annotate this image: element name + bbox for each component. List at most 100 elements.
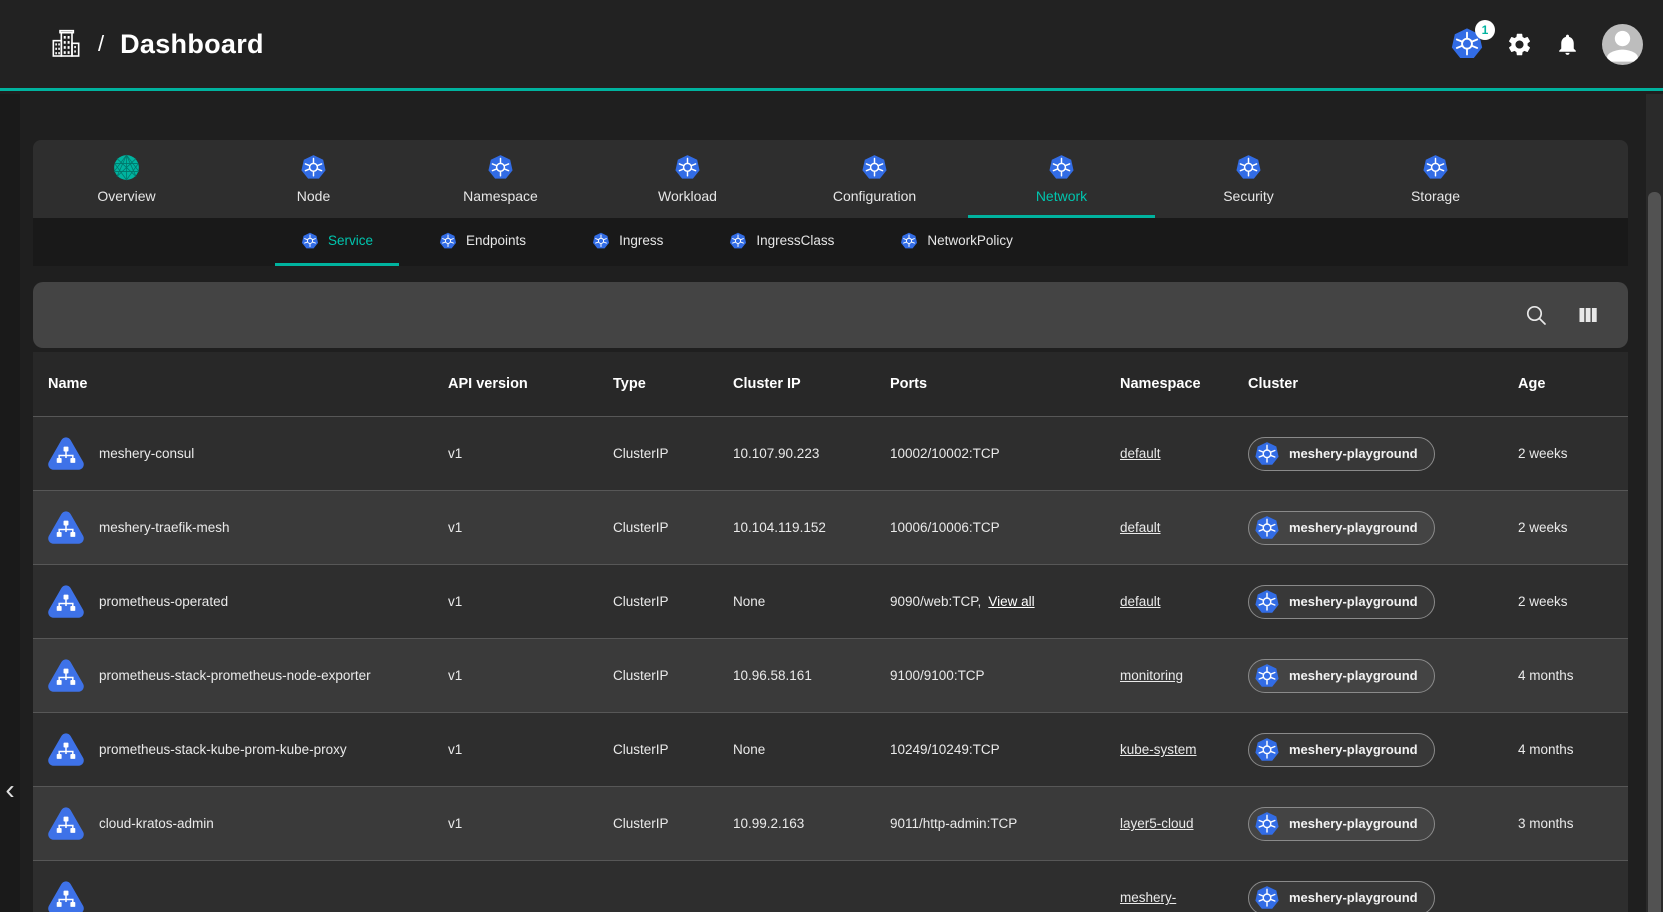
column-header-cluster-ip: Cluster IP [733,376,890,392]
tab-configuration[interactable]: Configuration [781,140,968,218]
cluster-chip-label: meshery-playground [1289,594,1418,609]
subtab-kubernetes-icon [592,232,610,250]
cluster-chip[interactable]: meshery-playground [1248,511,1435,545]
namespace-link[interactable]: default [1120,594,1161,609]
column-header-namespace: Namespace [1120,376,1248,392]
tab-overview[interactable]: Overview [33,140,220,218]
kubernetes-icon [1254,589,1280,615]
namespace-link[interactable]: default [1120,446,1161,461]
main-content: Overview Node Namespace Workload Configu… [33,140,1628,912]
cluster-chip[interactable]: meshery-playground [1248,881,1435,912]
scrollbar-track[interactable] [1646,94,1663,912]
ports: 9100/9100:TCP [890,668,985,683]
view-columns-icon[interactable] [1576,303,1600,327]
settings-gear-icon[interactable] [1506,31,1533,58]
kubernetes-icon [1254,441,1280,467]
ports: 9011/http-admin:TCP [890,816,1017,831]
subtab-kubernetes-icon [301,232,319,250]
cluster-ip: 10.107.90.223 [733,446,890,461]
subtab-kubernetes-icon [729,232,747,250]
namespace-link[interactable]: meshery- [1120,890,1176,905]
table-row[interactable]: cloud-kratos-admin v1 ClusterIP 10.99.2.… [33,786,1628,860]
api-version: v1 [448,816,613,831]
cluster-chip[interactable]: meshery-playground [1248,437,1435,471]
tab-security[interactable]: Security [1155,140,1342,218]
table-row[interactable]: meshery- meshery-playground [33,860,1628,912]
subtab-networkpolicy[interactable]: NetworkPolicy [874,218,1039,266]
kubernetes-context-button[interactable]: 1 [1450,27,1484,61]
subtab-label: IngressClass [756,233,834,248]
tab-storage[interactable]: Storage [1342,140,1529,218]
scrollbar-thumb[interactable] [1648,192,1661,912]
tab-network[interactable]: Network [968,140,1155,218]
column-header-age: Age [1518,376,1628,392]
ports: 9090/web:TCP, [890,594,981,609]
cluster-chip[interactable]: meshery-playground [1248,807,1435,841]
service-icon [45,655,87,697]
table-row[interactable]: prometheus-operated v1 ClusterIP None 90… [33,564,1628,638]
kubernetes-icon [487,154,514,181]
tab-workload[interactable]: Workload [594,140,781,218]
service-type: ClusterIP [613,742,733,757]
cluster-chip-label: meshery-playground [1289,742,1418,757]
notifications-bell-icon[interactable] [1555,32,1580,57]
api-version: v1 [448,520,613,535]
table-row[interactable]: meshery-consul v1 ClusterIP 10.107.90.22… [33,416,1628,490]
service-icon [45,877,87,912]
tab-namespace[interactable]: Namespace [407,140,594,218]
service-name: meshery-consul [99,446,194,461]
column-header-ports: Ports [890,376,1120,392]
subtab-endpoints[interactable]: Endpoints [413,218,552,266]
service-type: ClusterIP [613,668,733,683]
meshery-icon [113,154,140,181]
table-row[interactable]: prometheus-stack-kube-prom-kube-proxy v1… [33,712,1628,786]
column-header-cluster: Cluster [1248,376,1518,392]
subtab-label: Endpoints [466,233,526,248]
table-toolbar [33,282,1628,348]
kubernetes-icon [1254,663,1280,689]
services-table: NameAPI versionTypeCluster IPPortsNamesp… [33,352,1628,912]
tab-label: Namespace [463,188,538,204]
kubernetes-icon [861,154,888,181]
sub-tabs: Service Endpoints Ingress IngressClass N… [33,218,1628,266]
cluster-chip-label: meshery-playground [1289,890,1418,905]
kubernetes-dashboard-app: / Dashboard 1 ‹ Overview Node [0,0,1663,912]
cluster-chip[interactable]: meshery-playground [1248,733,1435,767]
subtab-ingressclass[interactable]: IngressClass [703,218,860,266]
tab-node[interactable]: Node [220,140,407,218]
api-version: v1 [448,668,613,683]
table-row[interactable]: meshery-traefik-mesh v1 ClusterIP 10.104… [33,490,1628,564]
service-icon [45,729,87,771]
subtab-kubernetes-icon [439,232,457,250]
table-row[interactable]: prometheus-stack-prometheus-node-exporte… [33,638,1628,712]
ports: 10006/10006:TCP [890,520,1000,535]
service-type: ClusterIP [613,446,733,461]
namespace-link[interactable]: monitoring [1120,668,1183,683]
age: 2 weeks [1518,446,1628,461]
table-header-row: NameAPI versionTypeCluster IPPortsNamesp… [33,352,1628,416]
drawer-expand-chevron-icon[interactable]: ‹ [0,770,20,810]
subtab-label: Ingress [619,233,663,248]
cluster-ip: 10.99.2.163 [733,816,890,831]
user-avatar[interactable] [1602,24,1643,65]
cluster-chip[interactable]: meshery-playground [1248,659,1435,693]
organization-logo-icon[interactable] [50,28,82,60]
subtab-ingress[interactable]: Ingress [566,218,689,266]
service-icon [45,581,87,623]
search-icon[interactable] [1524,303,1548,327]
cluster-chip[interactable]: meshery-playground [1248,585,1435,619]
age: 3 months [1518,816,1628,831]
column-header-name: Name [33,376,448,392]
view-all-ports-link[interactable]: View all [988,594,1034,609]
namespace-link[interactable]: layer5-cloud [1120,816,1194,831]
tab-label: Storage [1411,188,1460,204]
cluster-ip: None [733,594,890,609]
namespace-link[interactable]: default [1120,520,1161,535]
tab-label: Workload [658,188,717,204]
kubernetes-icon [1254,515,1280,541]
cluster-ip: 10.104.119.152 [733,520,890,535]
namespace-link[interactable]: kube-system [1120,742,1197,757]
tab-label: Overview [97,188,155,204]
subtab-service[interactable]: Service [275,218,399,266]
subtab-kubernetes-icon [900,232,918,250]
